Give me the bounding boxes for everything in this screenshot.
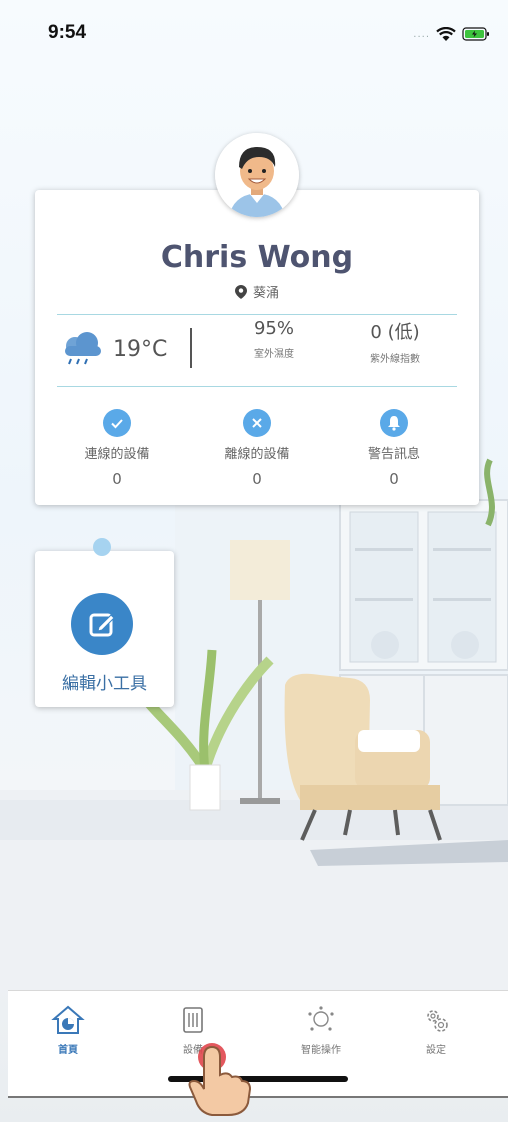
- divider: [57, 386, 457, 387]
- home-icon: [51, 1005, 85, 1034]
- location-pin-icon: [234, 285, 247, 299]
- alert-messages-count: 0: [389, 470, 399, 488]
- uv-stat: 0 (低) 紫外線指數: [340, 318, 450, 365]
- user-avatar-icon: [215, 133, 299, 217]
- uv-value: 0 (低): [370, 322, 420, 343]
- location: 葵涌: [35, 282, 479, 301]
- user-name: Chris Wong: [160, 240, 354, 275]
- tab-home[interactable]: 首頁: [23, 1005, 113, 1056]
- status-time: 9:54: [48, 22, 87, 43]
- living-room-illustration: [0, 458, 508, 990]
- bell-icon: [380, 409, 408, 437]
- tab-settings-label: 設定: [426, 1045, 446, 1056]
- edit-widget-label: 編輯小工具: [62, 674, 147, 694]
- wifi-icon: [436, 26, 456, 41]
- online-devices[interactable]: 連線的設備 0: [62, 409, 172, 488]
- gear-icon: [427, 1010, 448, 1032]
- offline-devices-label: 離線的設備: [224, 447, 290, 462]
- device-icon: [183, 1007, 203, 1033]
- humidity-label: 室外濕度: [254, 349, 294, 360]
- alert-messages[interactable]: 警告訊息 0: [339, 409, 449, 488]
- smart-icon: [308, 1006, 334, 1031]
- edit-icon: [71, 593, 133, 655]
- home-screen: 9:54 .... Chris Wong 葵涌 19°C 95% 室外濕度 0 …: [0, 0, 508, 1122]
- uv-label: 紫外線指數: [370, 354, 420, 365]
- online-devices-label: 連線的設備: [84, 447, 150, 462]
- humidity-value: 95%: [253, 318, 294, 339]
- offline-devices[interactable]: 離線的設備 0: [202, 409, 312, 488]
- alert-messages-label: 警告訊息: [367, 447, 420, 462]
- status-icons: ....: [413, 26, 490, 42]
- profile-card: Chris Wong 葵涌 19°C 95% 室外濕度 0 (低) 紫外線指數 …: [35, 190, 479, 505]
- tab-settings[interactable]: 設定: [391, 1005, 481, 1056]
- check-icon: [103, 409, 131, 437]
- tab-smart-label: 智能操作: [301, 1045, 341, 1056]
- edit-widget-card[interactable]: 編輯小工具: [35, 551, 174, 707]
- temperature: 19°C: [59, 332, 167, 366]
- offline-devices-count: 0: [252, 470, 262, 488]
- rain-cloud-icon: [65, 332, 101, 365]
- temperature-value: 19°C: [113, 336, 168, 362]
- divider: [57, 314, 457, 315]
- pin-dot: [93, 538, 111, 556]
- vertical-divider: [190, 328, 192, 368]
- signal-icon: ....: [413, 28, 430, 40]
- humidity-stat: 95% 室外濕度: [219, 318, 329, 360]
- location-text: 葵涌: [252, 286, 279, 301]
- battery-icon: [462, 27, 489, 41]
- status-bar: 9:54 ....: [0, 0, 508, 70]
- tab-smart[interactable]: 智能操作: [276, 1005, 366, 1056]
- online-devices-count: 0: [112, 470, 122, 488]
- tap-hand-icon: [188, 1043, 252, 1116]
- tab-home-label: 首頁: [58, 1045, 78, 1056]
- cross-icon: [243, 409, 271, 437]
- avatar[interactable]: [215, 133, 299, 217]
